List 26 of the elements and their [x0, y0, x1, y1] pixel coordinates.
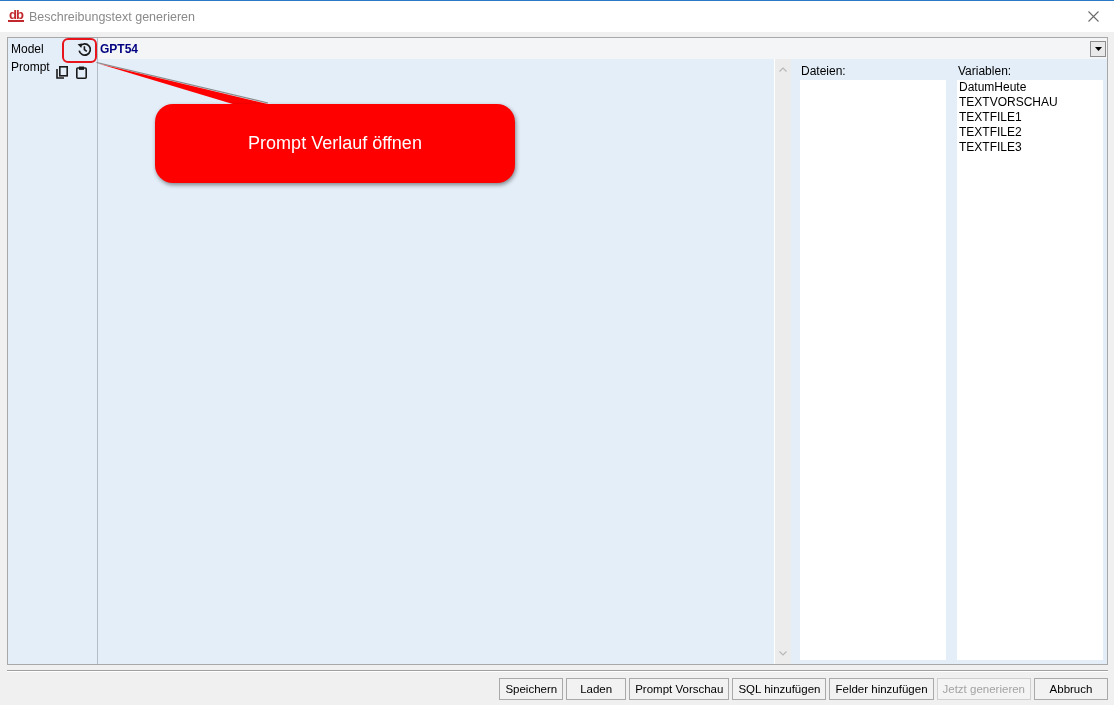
action-button[interactable]: SQL hinzufügen: [732, 678, 827, 700]
model-dropdown[interactable]: GPT54: [98, 38, 1107, 59]
window-title: Beschreibungstext generieren: [28, 9, 195, 24]
list-item[interactable]: DatumHeute: [959, 80, 1101, 95]
highlight-frame: [62, 38, 97, 63]
files-label: Dateien:: [800, 64, 847, 80]
list-item[interactable]: TEXTVORSCHAU: [959, 95, 1101, 110]
variables-label: Variablen:: [957, 64, 1013, 80]
caret-icon: [1094, 46, 1102, 51]
copy-icon[interactable]: [55, 66, 68, 79]
clipboard-icon[interactable]: [75, 66, 87, 79]
list-item[interactable]: TEXTFILE1: [959, 110, 1101, 125]
dropdown-arrow-button[interactable]: [1090, 40, 1106, 57]
app-logo: db: [8, 9, 24, 22]
action-button[interactable]: Felder hinzufügen: [829, 678, 934, 700]
history-icon[interactable]: [77, 41, 91, 56]
action-button[interactable]: Laden: [566, 678, 627, 700]
prompt-label: Prompt: [11, 60, 50, 74]
list-item[interactable]: TEXTFILE3: [959, 140, 1101, 155]
model-label: Model: [11, 41, 45, 56]
prompt-field[interactable]: [98, 59, 775, 664]
action-button[interactable]: Speichern: [499, 678, 564, 700]
close-icon: [1087, 11, 1099, 22]
action-button[interactable]: Prompt Vorschau: [629, 678, 730, 700]
list-item[interactable]: TEXTFILE2: [959, 125, 1101, 140]
action-button[interactable]: Abbruch: [1034, 678, 1108, 700]
